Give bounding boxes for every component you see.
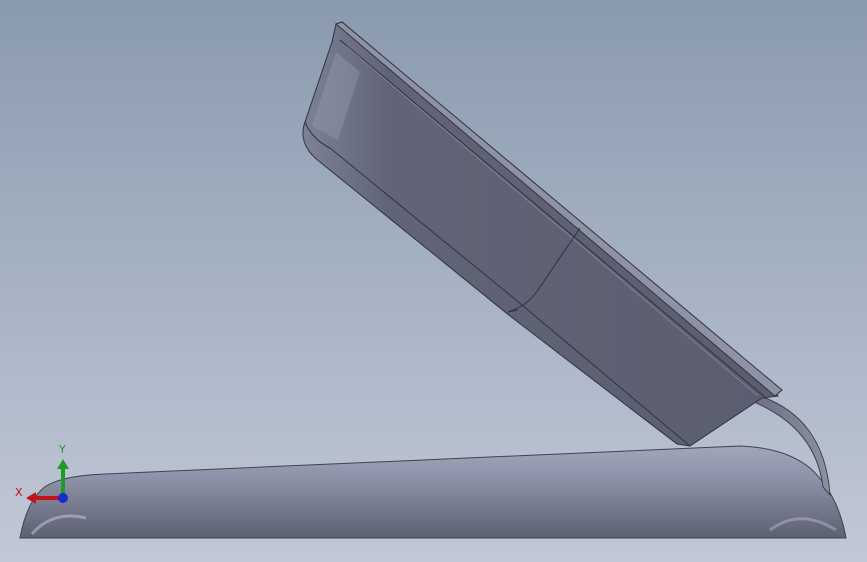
y-axis-label: Y <box>59 443 66 456</box>
z-axis-dot <box>58 493 68 503</box>
coordinate-triad: X Y <box>12 440 82 510</box>
x-axis-arrow <box>26 492 63 504</box>
x-axis-label: X <box>15 486 23 499</box>
tilted-panel[interactable] <box>302 21 783 447</box>
y-axis-arrow <box>57 459 69 498</box>
graphics-viewport[interactable]: X Y <box>0 0 867 562</box>
base-body[interactable] <box>19 445 847 539</box>
3d-model[interactable] <box>0 0 867 562</box>
